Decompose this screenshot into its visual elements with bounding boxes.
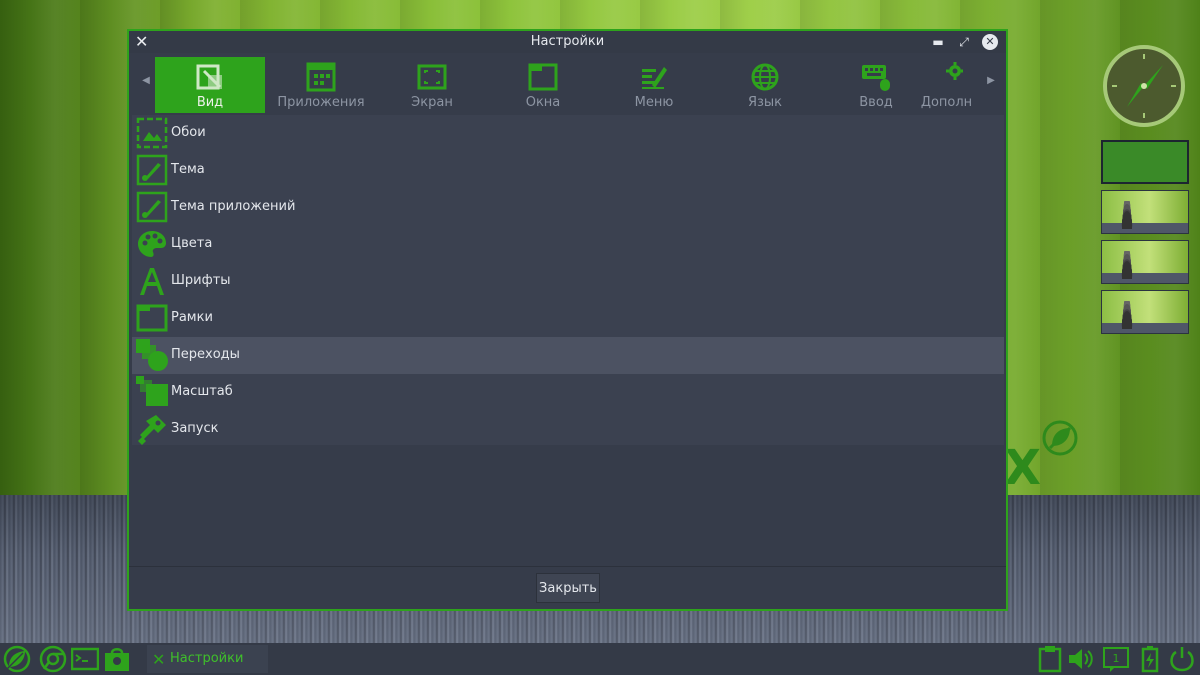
tab-label: Приложения (277, 95, 365, 110)
title-bar[interactable]: ✕ Настройки ▬ ⤢ ✕ (129, 31, 1006, 53)
tab-menu[interactable]: Меню (599, 57, 709, 113)
tab-windows[interactable]: Окна (488, 57, 598, 113)
list-item[interactable]: Шрифты (132, 263, 1004, 300)
scroll-left-icon[interactable]: ◀ (139, 75, 153, 86)
tab-label: Вид (196, 95, 224, 110)
close-button[interactable]: Закрыть (536, 573, 600, 603)
tab-label: Окна (525, 95, 561, 110)
volume-icon[interactable] (1067, 645, 1095, 673)
taskbar: ✕ Настройки 1 (0, 643, 1200, 675)
task-label: Настройки (170, 651, 244, 666)
software-store-icon[interactable] (103, 645, 131, 673)
workspace-1[interactable] (1101, 140, 1189, 184)
tab-language[interactable]: Язык (710, 57, 820, 113)
workspace-4[interactable] (1101, 290, 1189, 334)
tab-label: Экран (411, 95, 453, 110)
desktop-leaf-icon (1042, 420, 1078, 456)
scroll-right-icon[interactable]: ▶ (984, 75, 998, 86)
screen-icon (417, 64, 447, 90)
workspace-switcher (1101, 140, 1191, 340)
clipboard-icon[interactable] (1036, 645, 1064, 673)
browser-icon[interactable] (39, 645, 67, 673)
wallpaper-icon (136, 117, 168, 149)
list-item[interactable]: Обои (132, 115, 1004, 152)
list-item[interactable]: Тема приложений (132, 189, 1004, 226)
menu-icon (642, 67, 667, 89)
settings-list: Обои Тема Тема приложений Цвета Шрифты Р… (132, 115, 1004, 445)
workspace-3[interactable] (1101, 240, 1189, 284)
globe-icon (751, 63, 779, 91)
list-item-label: Цвета (171, 236, 213, 251)
terminal-icon[interactable] (71, 645, 99, 673)
list-item-selected[interactable]: Переходы (132, 337, 1004, 374)
list-item-label: Тема (171, 162, 205, 177)
notifications-count: 1 (1113, 652, 1120, 665)
font-icon (140, 268, 164, 295)
list-item[interactable]: Тема (132, 152, 1004, 189)
category-tabs: ◀ Вид Приложения Экран Окна Меню Язык Вв… (129, 53, 1006, 115)
notifications-icon[interactable]: 1 (1102, 645, 1130, 673)
windows-icon (528, 63, 558, 91)
tab-label: Язык (747, 95, 783, 110)
tab-advanced[interactable]: Дополн (909, 57, 984, 113)
list-item[interactable]: Цвета (132, 226, 1004, 263)
power-icon[interactable] (1168, 645, 1196, 673)
maximize-button[interactable]: ⤢ (955, 33, 973, 51)
clock-face-icon (1112, 54, 1176, 118)
start-menu-leaf-icon[interactable] (3, 645, 31, 673)
scale-icon (136, 376, 168, 406)
appearance-icon (196, 64, 222, 90)
tab-label: Дополн (920, 95, 973, 110)
list-item[interactable]: Масштаб (132, 374, 1004, 411)
desktop-logo: X (1004, 440, 1042, 496)
close-window-button[interactable]: ✕ (982, 34, 998, 50)
list-item-label: Запуск (171, 421, 219, 436)
list-item-label: Шрифты (171, 273, 231, 288)
tab-applications[interactable]: Приложения (266, 57, 376, 113)
list-item-label: Переходы (171, 347, 240, 362)
footer-divider (129, 566, 1006, 567)
tools-icon: ✕ (152, 650, 166, 669)
clock-widget (1103, 45, 1185, 127)
battery-icon[interactable] (1136, 645, 1164, 673)
list-item-label: Рамки (171, 310, 213, 325)
tab-appearance[interactable]: Вид (155, 57, 265, 113)
window-title: Настройки (530, 34, 605, 49)
tab-label: Меню (634, 95, 674, 110)
keyboard-mouse-icon (862, 65, 890, 91)
list-item-label: Обои (171, 125, 206, 140)
frame-icon (136, 304, 168, 332)
transitions-icon (136, 339, 168, 371)
workspace-2[interactable] (1101, 190, 1189, 234)
settings-window: ✕ Настройки ▬ ⤢ ✕ ◀ Вид Приложения Экран… (127, 29, 1008, 611)
list-item-label: Тема приложений (171, 199, 296, 214)
brush-icon (136, 191, 168, 223)
minimize-button[interactable]: ▬ (929, 33, 947, 51)
launch-key-icon (138, 415, 166, 445)
list-item[interactable]: Рамки (132, 300, 1004, 337)
tab-screen[interactable]: Экран (377, 57, 487, 113)
task-settings[interactable]: ✕ Настройки (147, 645, 268, 673)
list-item[interactable]: Запуск (132, 411, 1004, 448)
applications-icon (306, 62, 336, 92)
gear-icon (945, 62, 963, 80)
palette-icon (138, 231, 166, 257)
list-item-label: Масштаб (171, 384, 233, 399)
brush-icon (136, 154, 168, 186)
